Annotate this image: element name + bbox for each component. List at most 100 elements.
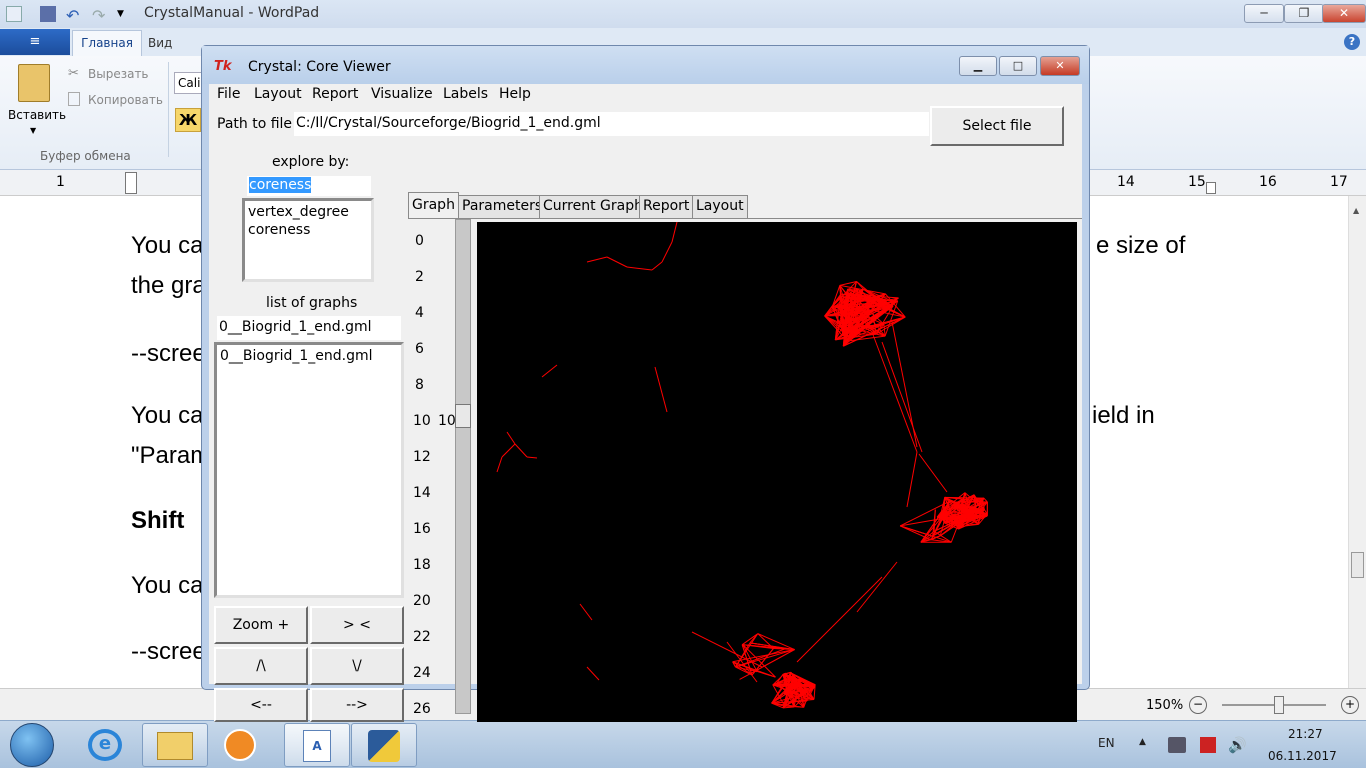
slider-tick-label: 8 [415,377,424,393]
tk-close-button[interactable]: ✕ [1040,56,1080,76]
menu-file[interactable]: File [217,86,240,102]
clock-time[interactable]: 21:27 [1288,727,1323,741]
core-viewer-title: Crystal: Core Viewer [248,59,391,75]
tk-minimize-button[interactable]: ▁ [959,56,997,76]
list-item[interactable]: coreness [248,221,368,239]
move-right-button[interactable]: --> [310,688,404,722]
file-menu-button[interactable]: ≡ [0,29,70,55]
volume-icon[interactable]: 🔊 [1228,736,1247,754]
scroll-up-icon[interactable]: ▲ [1353,206,1359,215]
graph-canvas[interactable] [477,221,1077,722]
taskbar: e A EN ▲ 🔊 21:27 06.11.2017 [0,720,1366,768]
ruler-number: 17 [1330,174,1348,190]
graph-name-input[interactable]: 0__Biogrid_1_end.gml [217,316,401,340]
zoom-in-icon[interactable]: + [1341,696,1359,714]
help-icon[interactable]: ? [1344,34,1360,50]
explore-by-listbox[interactable]: vertex_degree coreness [242,198,374,282]
clock-date[interactable]: 06.11.2017 [1268,749,1337,763]
slider-tick-label: 16 [413,521,431,537]
right-indent-marker[interactable] [1206,182,1216,194]
quick-access-dropdown-icon[interactable]: ▼ [117,9,133,25]
core-slider-track[interactable] [455,219,471,714]
tab-current-graph[interactable]: Current Graph [539,195,647,218]
show-hidden-icons-icon[interactable]: ▲ [1139,737,1146,747]
copy-button[interactable]: Копировать [88,93,163,107]
tab-view[interactable]: Вид [148,36,172,50]
graph-edge [651,261,663,271]
vertical-scrollbar[interactable]: ▲ [1348,196,1366,688]
bold-button[interactable]: Ж [175,108,201,132]
zoom-out-icon[interactable]: − [1189,696,1207,714]
wordpad-icon: A [303,730,331,762]
group-divider [168,62,169,157]
graph-edge [506,431,516,445]
font-family-select[interactable]: Cali [174,72,204,94]
ruler-number: 14 [1117,174,1135,190]
cut-icon[interactable]: ✂ [68,66,79,81]
graph-edge [586,666,600,681]
menu-report[interactable]: Report [312,86,358,102]
menu-labels[interactable]: Labels [443,86,488,102]
core-viewer-body: File Layout Report Visualize Labels Help… [209,84,1082,722]
taskbar-wordpad[interactable]: A [284,723,350,767]
tab-report[interactable]: Report [639,195,694,218]
graph-edge [661,241,673,263]
taskbar-python[interactable] [351,723,417,767]
paste-icon[interactable] [18,64,50,102]
wordpad-app-icon[interactable] [6,6,22,22]
explore-by-input[interactable]: coreness [247,176,371,196]
minimize-button[interactable]: ─ [1244,4,1284,23]
zoom-in-button[interactable]: Zoom + [214,606,308,644]
flag-icon[interactable] [1200,737,1216,753]
tab-home[interactable]: Главная [72,30,142,56]
save-icon[interactable] [40,6,56,22]
slider-tick-label: 14 [413,485,431,501]
slider-tick-label: 26 [413,701,431,717]
doc-text: You ca [131,572,204,599]
core-slider-handle[interactable] [455,404,471,428]
shrink-button[interactable]: > < [310,606,404,644]
tab-parameters[interactable]: Parameters [458,195,547,218]
graphs-listbox[interactable]: 0__Biogrid_1_end.gml [214,342,404,598]
start-button[interactable] [10,723,54,767]
menu-layout[interactable]: Layout [254,86,302,102]
close-button[interactable]: ✕ [1322,4,1366,23]
tk-maximize-button[interactable]: □ [999,56,1037,76]
language-indicator[interactable]: EN [1098,736,1115,750]
slider-tick-label: 0 [415,233,424,249]
maximize-button[interactable]: ❐ [1284,4,1324,23]
paste-button[interactable]: Вставить [8,108,66,122]
graph-edge [906,451,918,508]
move-left-button[interactable]: <-- [214,688,308,722]
move-down-button[interactable]: \/ [310,647,404,685]
slider-tick-label: 6 [415,341,424,357]
graph-edge [831,576,883,628]
ie-icon[interactable]: e [88,729,122,761]
cut-button[interactable]: Вырезать [88,67,149,81]
select-file-button[interactable]: Select file [930,106,1064,146]
copy-icon[interactable] [68,92,80,106]
indent-marker[interactable] [125,172,137,194]
graph-edge [891,321,918,448]
move-up-button[interactable]: /\ [214,647,308,685]
tab-layout[interactable]: Layout [692,195,748,218]
menu-visualize[interactable]: Visualize [371,86,433,102]
list-item[interactable]: 0__Biogrid_1_end.gml [220,347,398,365]
graph-edge [606,256,628,268]
menu-help[interactable]: Help [499,86,531,102]
network-icon[interactable] [1168,737,1186,753]
graph-edge [496,456,503,473]
media-player-icon[interactable] [224,729,256,761]
undo-icon[interactable]: ↶ [66,6,82,25]
redo-icon[interactable]: ↷ [92,6,108,25]
tab-graph[interactable]: Graph [408,192,459,219]
list-item[interactable]: vertex_degree [248,203,368,221]
scroll-thumb[interactable] [1351,552,1364,578]
zoom-slider-thumb[interactable] [1274,696,1284,714]
tab-panel-border [408,218,1082,219]
core-viewer-titlebar[interactable]: Tk Crystal: Core Viewer ▁ □ ✕ [202,46,1089,84]
slider-tick-label: 2 [415,269,424,285]
taskbar-explorer[interactable] [142,723,208,767]
paste-dropdown-icon[interactable]: ▼ [30,126,36,135]
path-input[interactable]: C:/Il/Crystal/Sourceforge/Biogrid_1_end.… [294,112,929,136]
